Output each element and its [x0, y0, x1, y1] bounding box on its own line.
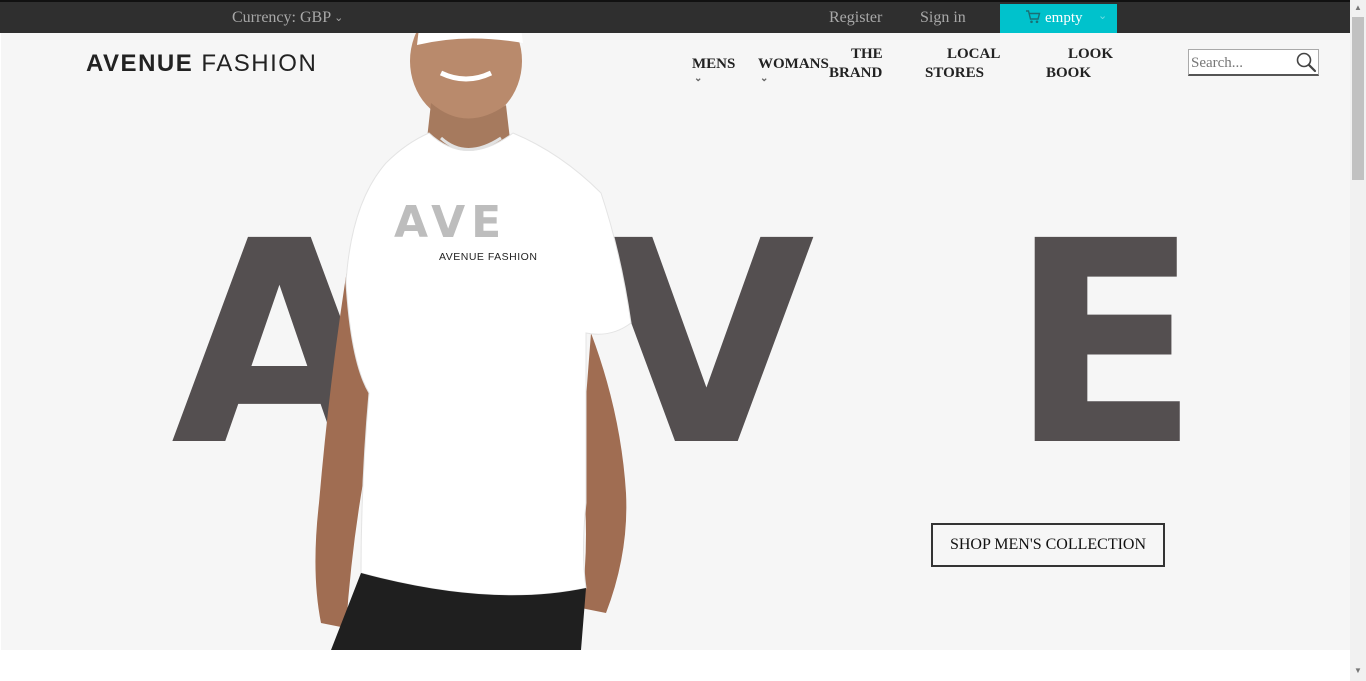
nav-womans-label: WOMANS	[758, 56, 829, 72]
nav-look-book-line1: LOOK	[1068, 46, 1114, 62]
hero-banner: A V E AVE AVENUE FASHION SHOP MEN'S COLL…	[1, 33, 1350, 650]
nav-local-stores[interactable]: LOCAL STORES	[925, 45, 1000, 83]
scrollbar-thumb[interactable]	[1352, 17, 1364, 180]
nav-the-brand[interactable]: THE BRAND	[829, 45, 883, 83]
cart-button[interactable]: empty ⌄	[1000, 4, 1117, 33]
top-bar: Currency: GBP ⌄ Register Sign in empty ⌄	[0, 0, 1350, 33]
cart-icon	[1025, 10, 1041, 29]
sign-in-link[interactable]: Sign in	[920, 9, 966, 27]
page-scrollbar[interactable]: ▲ ▼	[1350, 0, 1366, 681]
register-link[interactable]: Register	[829, 9, 882, 27]
nav-mens[interactable]: MENS ⌄	[692, 55, 735, 84]
chevron-down-icon: ⌄	[1098, 10, 1108, 22]
chevron-down-icon: ⌄	[694, 73, 703, 84]
shirt-print: AVE AVENUE FASHION	[394, 197, 544, 264]
nav-mens-label: MENS	[692, 56, 736, 72]
shirt-print-text: AVENUE FASHION	[439, 251, 538, 263]
chevron-down-icon: ⌄	[334, 12, 344, 24]
model-image	[315, 33, 632, 650]
search-icon[interactable]	[1295, 51, 1317, 78]
scroll-down-arrow-icon[interactable]: ▼	[1354, 666, 1362, 675]
nav-local-stores-line1: LOCAL	[947, 46, 1001, 62]
cart-status-label: empty	[1045, 10, 1083, 26]
nav-the-brand-line1: THE	[851, 46, 883, 62]
hero-letter-e: E	[1009, 182, 1201, 508]
nav-womans[interactable]: WOMANS ⌄	[758, 55, 829, 84]
logo-light-text: FASHION	[201, 50, 318, 77]
logo-bold-text: AVENUE	[86, 50, 194, 77]
nav-look-book[interactable]: LOOK BOOK	[1046, 45, 1113, 83]
shop-mens-collection-button[interactable]: SHOP MEN'S COLLECTION	[931, 523, 1165, 567]
scroll-up-arrow-icon[interactable]: ▲	[1354, 3, 1362, 12]
currency-label: Currency: GBP	[232, 9, 332, 26]
site-logo[interactable]: AVENUE FASHION	[86, 50, 317, 78]
currency-selector[interactable]: Currency: GBP ⌄	[232, 9, 343, 27]
nav-the-brand-line2: BRAND	[829, 65, 883, 81]
search-input[interactable]	[1189, 50, 1297, 77]
nav-local-stores-line2: STORES	[925, 65, 984, 81]
search-box	[1188, 49, 1319, 78]
chevron-down-icon: ⌄	[760, 73, 769, 84]
nav-look-book-line2: BOOK	[1046, 65, 1092, 81]
shirt-print-letters: AVE	[394, 197, 508, 248]
